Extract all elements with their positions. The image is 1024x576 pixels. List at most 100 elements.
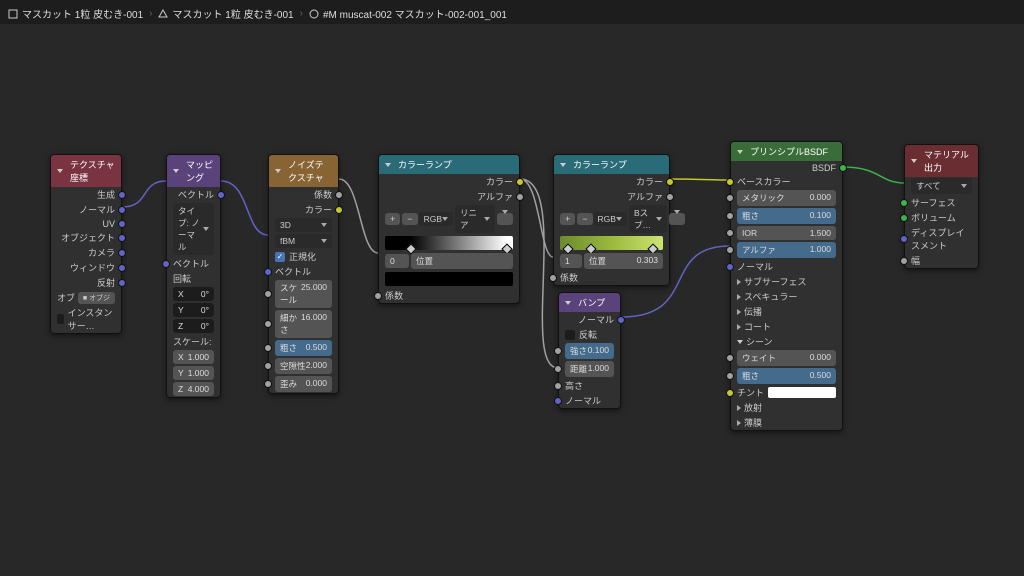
instancer-label: インスタンサー… (68, 306, 115, 332)
node-mapping[interactable]: マッピング ベクトル タイプ: ノーマル ベクトル 回転 X0° Y0° Z0°… (166, 154, 221, 398)
node-header[interactable]: マテリアル出力 (905, 145, 978, 177)
node-header[interactable]: バンプ (559, 293, 620, 312)
panel-thinfilm[interactable]: 薄膜 (731, 415, 842, 430)
output-color: カラー (305, 203, 332, 216)
output-alpha: アルファ (627, 190, 663, 203)
rot-y-field[interactable]: Y0° (173, 303, 214, 317)
panel-coat[interactable]: コート (731, 319, 842, 334)
sheen-weight-field[interactable]: ウェイト0.000 (737, 350, 836, 366)
scale-z-field[interactable]: Z4.000 (173, 382, 214, 396)
panel-sheen[interactable]: シーン (731, 334, 842, 349)
ramp-mode-1[interactable]: RGB (419, 212, 453, 226)
object-label: オブ (57, 291, 75, 304)
type-dropdown[interactable]: タイプ: ノーマル (173, 203, 214, 255)
ramp-add-stop[interactable]: + (560, 213, 575, 225)
input-displacement: ディスプレイスメント (911, 226, 972, 252)
ramp-gradient[interactable] (560, 236, 663, 250)
ramp-menu[interactable] (497, 213, 513, 225)
output-object: オブジェクト (61, 231, 115, 244)
scale-y-field[interactable]: Y1.000 (173, 366, 214, 380)
ramp-stop-index[interactable]: 1 (560, 254, 582, 268)
output-normal: ノーマル (79, 203, 115, 216)
roughness-field[interactable]: 粗さ0.500 (275, 340, 332, 356)
input-normal: ノーマル (737, 260, 773, 273)
strength-field[interactable]: 強さ0.100 (565, 343, 614, 359)
output-fac: 係数 (314, 188, 332, 201)
node-principled-bsdf[interactable]: プリンシプルBSDF BSDF ベースカラー メタリック0.000 粗さ0.10… (730, 141, 843, 431)
ramp-stop-index[interactable]: 0 (385, 254, 409, 268)
node-header[interactable]: プリンシプルBSDF (731, 142, 842, 161)
distance-field[interactable]: 距離1.000 (565, 361, 614, 377)
node-color-ramp-1[interactable]: カラーランプ カラー アルファ +−RGBリニア 0位置 係数 (378, 154, 520, 304)
output-alpha: アルファ (477, 190, 513, 203)
ramp-interp-2[interactable]: Bスプ… (629, 205, 667, 233)
node-noise-texture[interactable]: ノイズテクスチャ 係数 カラー 3D fBM ✓正規化 ベクトル スケール25.… (268, 154, 339, 394)
panel-emission[interactable]: 放射 (731, 400, 842, 415)
input-fac: 係数 (385, 289, 403, 302)
distortion-field[interactable]: 歪み0.000 (275, 376, 332, 392)
ramp-remove-stop[interactable]: − (402, 213, 417, 225)
alpha-field[interactable]: アルファ1.000 (737, 242, 836, 258)
ramp-add-stop[interactable]: + (385, 213, 400, 225)
invert-label: 反転 (579, 328, 597, 341)
rot-z-field[interactable]: Z0° (173, 319, 214, 333)
normalize-label: 正規化 (289, 250, 316, 263)
node-header[interactable]: カラーランプ (379, 155, 519, 174)
chevron-right-icon: › (300, 8, 303, 19)
ramp-interp-1[interactable]: リニア (455, 205, 495, 233)
lacunarity-field[interactable]: 空隙性2.000 (275, 358, 332, 374)
object-picker[interactable]: ■ オブジ (78, 292, 115, 304)
scale-x-field[interactable]: X1.000 (173, 350, 214, 364)
panel-specular[interactable]: スペキュラー (731, 289, 842, 304)
breadcrumb-mesh[interactable]: マスカット 1粒 皮むき-001 (158, 6, 293, 21)
instancer-checkbox[interactable] (57, 314, 64, 324)
target-dropdown[interactable]: すべて (911, 178, 972, 194)
input-volume: ボリューム (911, 211, 956, 224)
sheen-roughness-field[interactable]: 粗さ0.500 (737, 368, 836, 384)
metallic-field[interactable]: メタリック0.000 (737, 190, 836, 206)
ramp-position-field[interactable]: 位置0.303 (584, 253, 663, 269)
node-material-output[interactable]: マテリアル出力 すべて サーフェス ボリューム ディスプレイスメント 幅 (904, 144, 979, 269)
ramp-remove-stop[interactable]: − (577, 213, 592, 225)
noise-type-dropdown[interactable]: fBM (275, 234, 332, 248)
ramp-color-swatch[interactable] (385, 272, 513, 286)
node-texture-coordinate[interactable]: テクスチャ座標 生成 ノーマル UV オブジェクト カメラ ウィンドウ 反射 オ… (50, 154, 122, 334)
ramp-menu[interactable] (669, 213, 685, 225)
sheen-tint-swatch[interactable] (768, 387, 836, 398)
node-header[interactable]: カラーランプ (554, 155, 669, 174)
chevron-right-icon: › (149, 8, 152, 19)
scale-label: スケール: (173, 335, 212, 348)
input-base-color: ベースカラー (737, 175, 791, 188)
ramp-position-field[interactable]: 位置 (411, 253, 513, 269)
normalize-checkbox[interactable]: ✓ (275, 252, 285, 262)
dimensions-dropdown[interactable]: 3D (275, 218, 332, 232)
invert-checkbox[interactable] (565, 330, 575, 340)
output-generated: 生成 (97, 188, 115, 201)
scale-field[interactable]: スケール25.000 (275, 280, 332, 308)
output-vector: ベクトル (178, 188, 214, 201)
panel-transmission[interactable]: 伝播 (731, 304, 842, 319)
panel-subsurface[interactable]: サブサーフェス (731, 274, 842, 289)
ior-field[interactable]: IOR1.500 (737, 226, 836, 240)
node-editor-canvas[interactable]: テクスチャ座標 生成 ノーマル UV オブジェクト カメラ ウィンドウ 反射 オ… (0, 24, 1024, 576)
roughness-field[interactable]: 粗さ0.100 (737, 208, 836, 224)
node-header[interactable]: マッピング (167, 155, 220, 187)
rot-x-field[interactable]: X0° (173, 287, 214, 301)
output-camera: カメラ (88, 246, 115, 259)
input-thickness: 幅 (911, 254, 920, 267)
breadcrumb: マスカット 1粒 皮むき-001 › マスカット 1粒 皮むき-001 › #M… (8, 6, 507, 21)
node-bump[interactable]: バンプ ノーマル 反転 強さ0.100 距離1.000 高さ ノーマル (558, 292, 621, 409)
node-header[interactable]: テクスチャ座標 (51, 155, 121, 187)
node-color-ramp-2[interactable]: カラーランプ カラー アルファ +−RGBBスプ… 1位置0.303 係数 (553, 154, 670, 286)
rotation-label: 回転 (173, 272, 191, 285)
input-height: 高さ (565, 379, 583, 392)
ramp-mode-2[interactable]: RGB (593, 212, 627, 226)
node-header[interactable]: ノイズテクスチャ (269, 155, 338, 187)
detail-field[interactable]: 細かさ16.000 (275, 310, 332, 338)
output-reflection: 反射 (97, 276, 115, 289)
breadcrumb-object[interactable]: マスカット 1粒 皮むき-001 (8, 6, 143, 21)
breadcrumb-material[interactable]: #M muscat-002 マスカット-002-001_001 (309, 6, 507, 21)
output-color: カラー (636, 175, 663, 188)
input-normal: ノーマル (565, 394, 601, 407)
ramp-gradient[interactable] (385, 236, 513, 250)
